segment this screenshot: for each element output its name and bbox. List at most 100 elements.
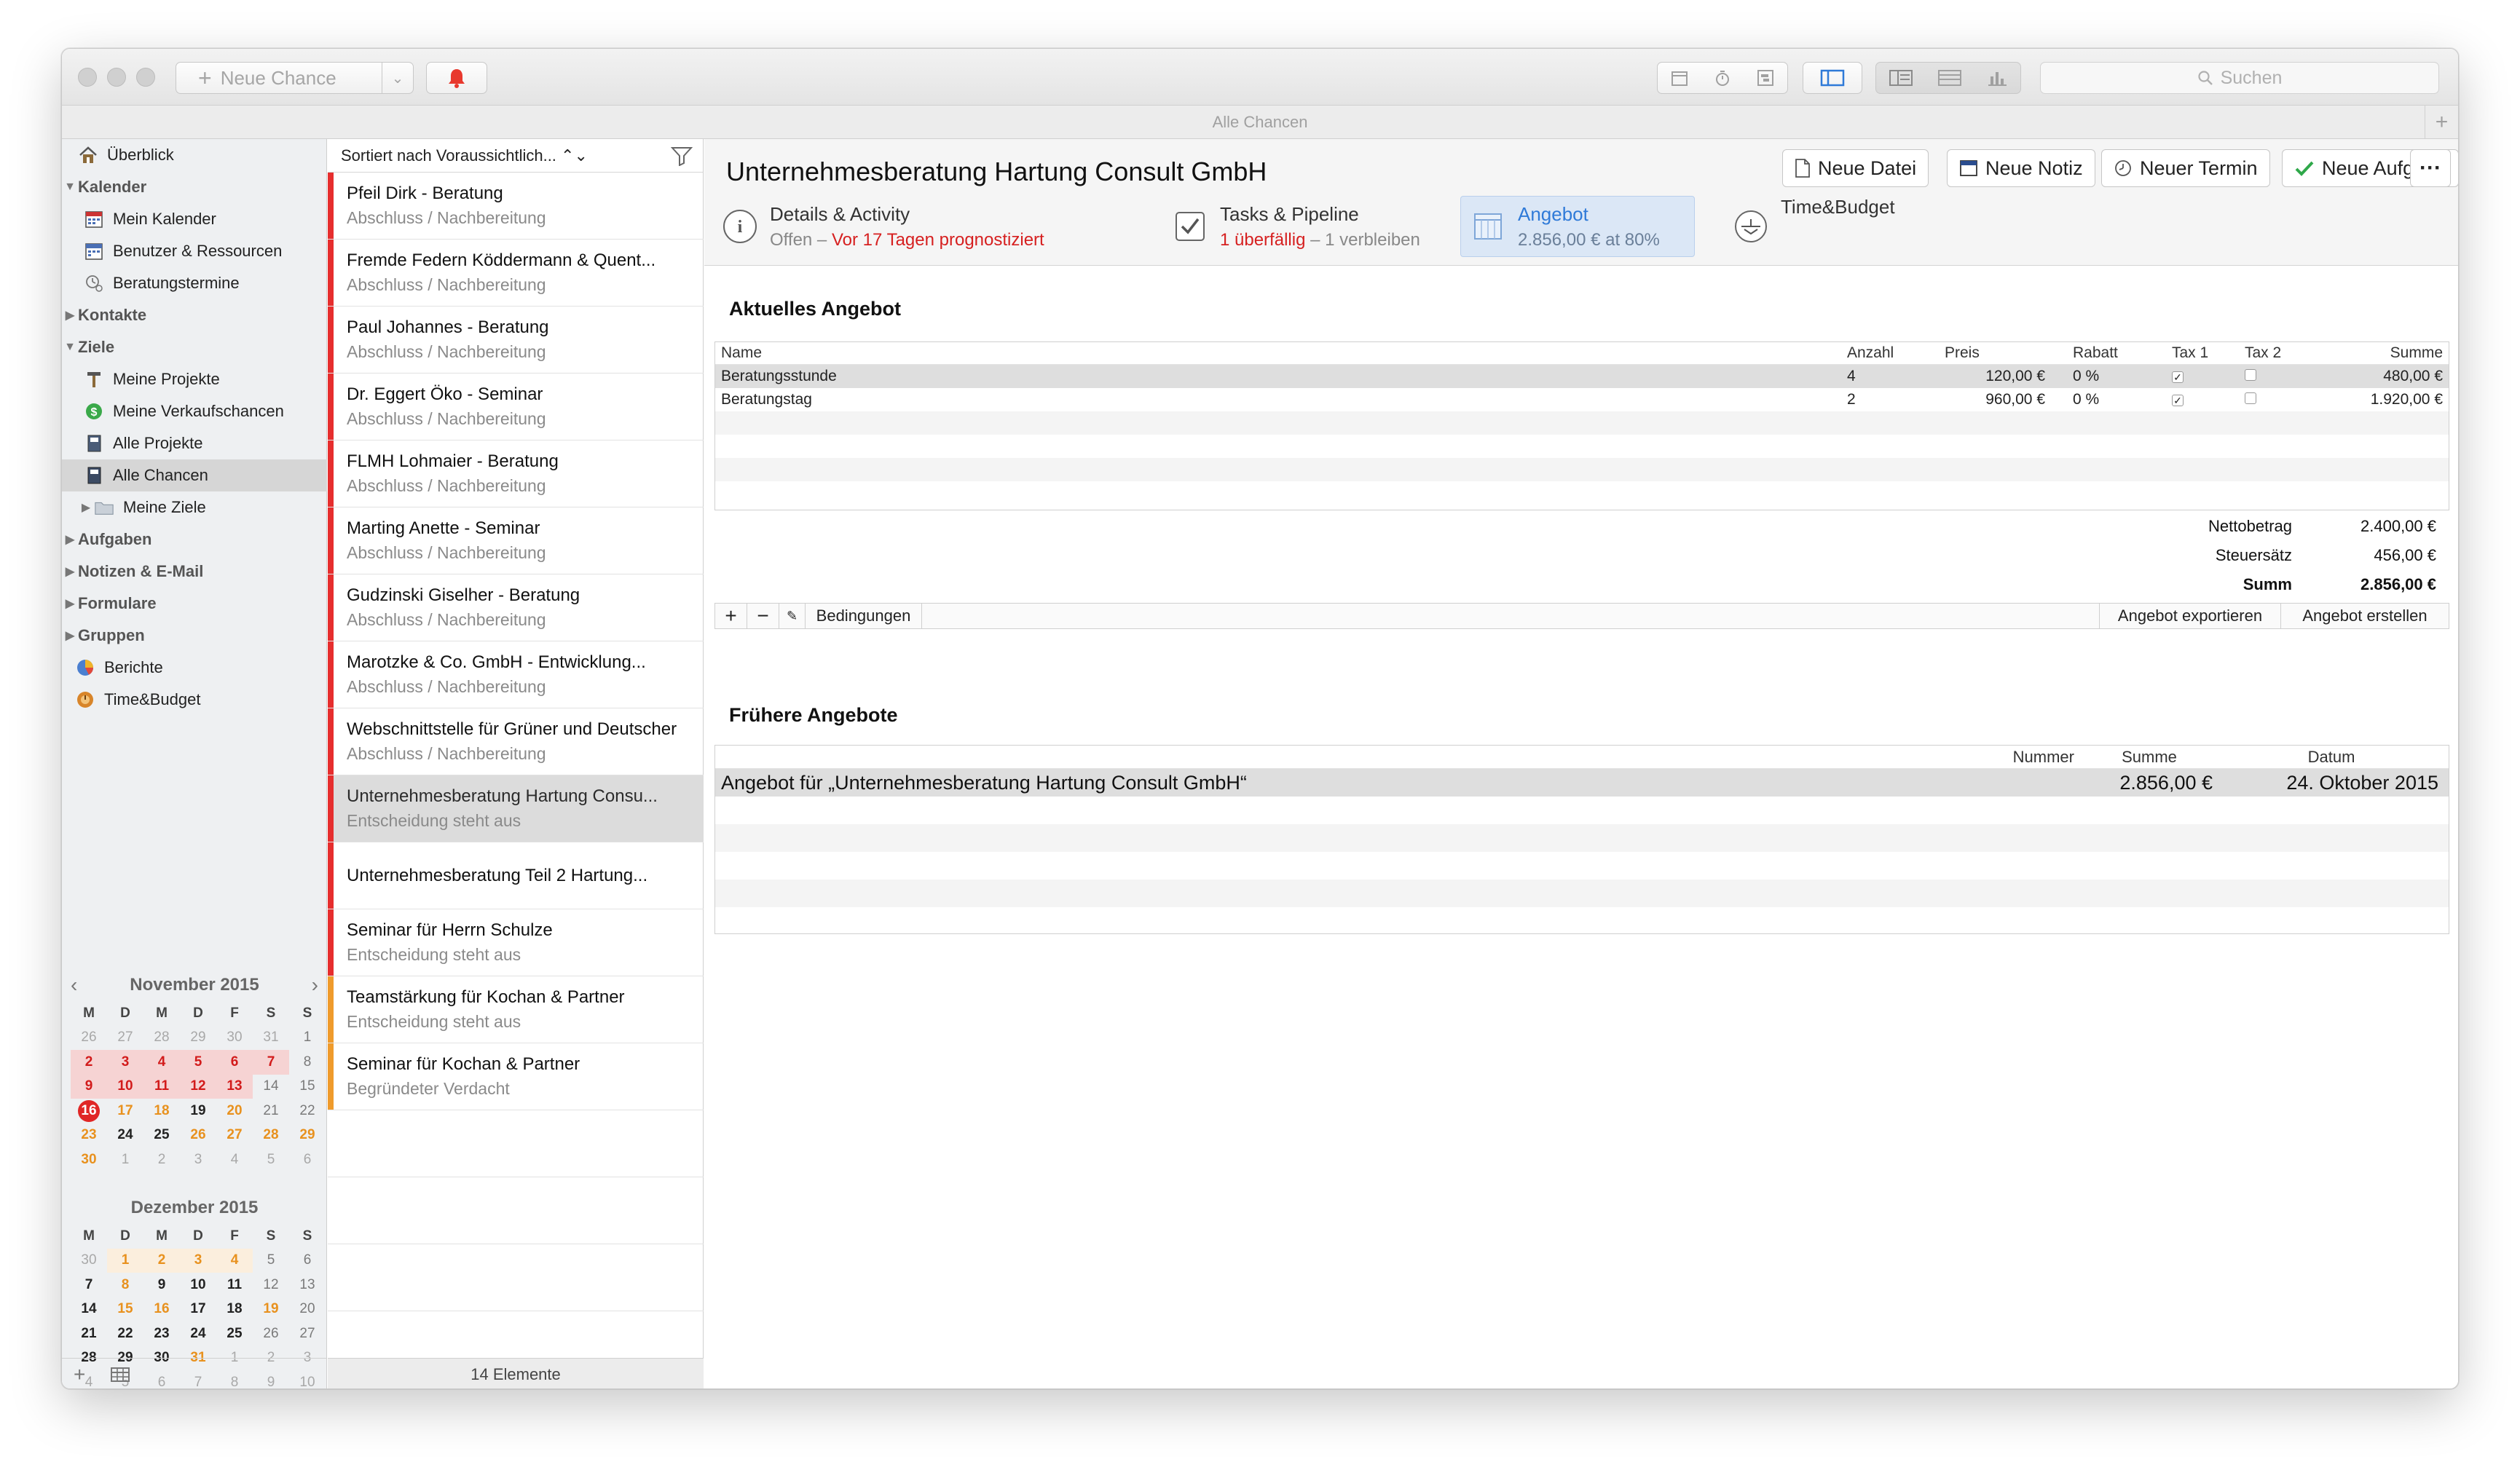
calendar-day[interactable]: 30 — [71, 1147, 107, 1172]
column-header-quantity[interactable]: Anzahl — [1841, 344, 1939, 362]
calendar-day[interactable]: 4 — [216, 1248, 253, 1273]
column-header-sum[interactable]: Summe — [2312, 344, 2449, 362]
sidebar-item-all-projects[interactable]: Alle Projekte — [62, 427, 327, 459]
sidebar-section-notes-email[interactable]: ▶ Notizen & E-Mail — [62, 556, 327, 588]
sidebar-section-groups[interactable]: ▶ Gruppen — [62, 620, 327, 652]
sidebar-section-tasks[interactable]: ▶ Aufgaben — [62, 523, 327, 556]
create-offer-button[interactable]: Angebot erstellen — [2281, 604, 2449, 628]
calendar-day[interactable]: 22 — [107, 1321, 143, 1346]
list-item[interactable]: Unternehmesberatung Hartung Consu... Ents… — [328, 775, 704, 842]
list-item[interactable]: FLMH Lohmaier - Beratung Abschluss / Nach… — [328, 440, 704, 507]
calendar-day[interactable]: 30 — [71, 1249, 107, 1273]
calendar-day[interactable]: 8 — [289, 1050, 326, 1075]
next-month-button[interactable]: › — [312, 973, 318, 997]
column-header-price[interactable]: Preis — [1939, 344, 2067, 362]
calendar-day[interactable]: 22 — [289, 1099, 326, 1123]
calendar-day[interactable]: 19 — [180, 1099, 216, 1123]
list-item[interactable]: Unternehmesberatung Teil 2 Hartung... — [328, 842, 704, 909]
calendar-day[interactable]: 17 — [107, 1099, 143, 1123]
calendar-day[interactable]: 11 — [143, 1074, 180, 1099]
tax2-checkbox[interactable] — [2245, 392, 2256, 404]
more-actions-button[interactable]: ··· — [2410, 149, 2451, 187]
calendar-day[interactable]: 7 — [253, 1050, 289, 1075]
calendar-day[interactable]: 25 — [143, 1123, 180, 1148]
sidebar-item-consulting-dates[interactable]: Beratungstermine — [62, 267, 327, 299]
column-header-sum[interactable]: Summe — [2080, 748, 2218, 767]
calendar-day[interactable]: 20 — [289, 1297, 326, 1322]
list-view-icon[interactable] — [1937, 69, 1962, 87]
calendar-day[interactable]: 6 — [289, 1147, 326, 1172]
calendar-day[interactable]: 28 — [143, 1026, 180, 1051]
remove-item-button[interactable]: − — [747, 604, 779, 628]
table-row[interactable]: Beratungstag 2 960,00 € 0 % ✓ 1.920,00 € — [715, 388, 2449, 411]
list-item[interactable]: Marotzke & Co. GmbH - Entwicklung... Absc… — [328, 641, 704, 708]
calendar-day[interactable]: 18 — [143, 1099, 180, 1123]
list-item[interactable]: Pfeil Dirk - Beratung Abschluss / Nachber… — [328, 173, 704, 240]
tab-tasks-pipeline[interactable]: Tasks & Pipeline 1 überfällig – 1 verble… — [1170, 196, 1447, 257]
sidebar-section-forms[interactable]: ▶ Formulare — [62, 588, 327, 620]
calendar-day[interactable]: 21 — [253, 1099, 289, 1123]
calendar-day[interactable]: 20 — [216, 1099, 253, 1123]
calendar-day[interactable]: 9 — [71, 1074, 107, 1099]
sidebar-item-users-resources[interactable]: Benutzer & Ressourcen — [62, 235, 327, 267]
calendar-day[interactable]: 29 — [180, 1026, 216, 1051]
calendar-day[interactable]: 1 — [107, 1248, 143, 1273]
offer-items-table[interactable]: Name Anzahl Preis Rabatt Tax 1 Tax 2 Sum… — [714, 341, 2449, 510]
calendar-day[interactable]: 5 — [180, 1050, 216, 1075]
calendar-day[interactable]: 13 — [216, 1074, 253, 1099]
export-offer-button[interactable]: Angebot exportieren — [2099, 604, 2281, 628]
sidebar-section-calendar[interactable]: ▼ Kalender — [62, 171, 327, 203]
calendar-day[interactable]: 13 — [289, 1273, 326, 1297]
edit-item-button[interactable]: ✎ — [779, 604, 806, 628]
zoom-window-button[interactable] — [136, 68, 155, 87]
calendar-day[interactable]: 26 — [180, 1123, 216, 1148]
calendar-day[interactable]: 16 — [71, 1099, 107, 1123]
column-header-discount[interactable]: Rabatt — [2067, 344, 2166, 362]
calendar-day[interactable]: 1 — [289, 1026, 326, 1051]
table-icon[interactable] — [110, 1367, 130, 1383]
filter-icon[interactable] — [671, 146, 693, 166]
sidebar-section-contacts[interactable]: ▶ Kontakte — [62, 299, 327, 331]
calendar-day[interactable]: 5 — [253, 1249, 289, 1273]
calendar-day[interactable]: 15 — [107, 1297, 143, 1322]
calendar-day[interactable]: 2 — [143, 1248, 180, 1273]
new-options-dropdown[interactable]: ⌄ — [382, 62, 414, 94]
calendar-day[interactable]: 25 — [216, 1321, 253, 1346]
calendar-view-icon[interactable] — [1670, 68, 1689, 87]
calendar-day[interactable]: 19 — [253, 1297, 289, 1322]
column-header-name[interactable]: Name — [715, 344, 1841, 362]
table-row[interactable]: Beratungsstunde 4 120,00 € 0 % ✓ 480,00 … — [715, 365, 2449, 388]
tab-time-budget[interactable]: Time&Budget — [1731, 196, 1964, 257]
new-opportunity-button[interactable]: + Neue Chance — [176, 62, 382, 94]
calendar-day[interactable]: 1 — [107, 1147, 143, 1172]
calendar-day[interactable]: 23 — [71, 1123, 107, 1148]
list-item[interactable]: Gudzinski Giselher - Beratung Abschluss /… — [328, 574, 704, 641]
calendar-day[interactable]: 27 — [216, 1123, 253, 1148]
calendar-day[interactable]: 4 — [216, 1147, 253, 1172]
column-header-tax2[interactable]: Tax 2 — [2239, 344, 2312, 362]
toggle-sidebar-button[interactable] — [1803, 62, 1862, 94]
calendar-day[interactable]: 10 — [107, 1074, 143, 1099]
sidebar-item-my-projects[interactable]: Meine Projekte — [62, 363, 327, 395]
tab-details-activity[interactable]: i Details & Activity Offen – Vor 17 Tage… — [720, 196, 1084, 257]
tax1-checkbox[interactable]: ✓ — [2172, 395, 2184, 406]
column-header-tax1[interactable]: Tax 1 — [2166, 344, 2239, 362]
close-window-button[interactable] — [78, 68, 97, 87]
calendar-day[interactable]: 12 — [253, 1273, 289, 1297]
sidebar-item-all-opportunities[interactable]: Alle Chancen — [62, 459, 327, 491]
search-field[interactable]: Suchen — [2040, 62, 2439, 94]
split-view-icon[interactable] — [1889, 69, 1913, 87]
tax1-checkbox[interactable]: ✓ — [2172, 371, 2184, 383]
calendar-day[interactable]: 23 — [143, 1321, 180, 1346]
tax2-checkbox[interactable] — [2245, 369, 2256, 381]
add-icon[interactable]: + — [74, 1363, 85, 1386]
calendar-day[interactable]: 31 — [253, 1026, 289, 1051]
sidebar-item-reports[interactable]: Berichte — [62, 652, 327, 684]
calendar-day[interactable]: 14 — [253, 1075, 289, 1099]
calendar-day[interactable]: 3 — [180, 1248, 216, 1273]
calendar-day[interactable]: 4 — [143, 1050, 180, 1075]
calendar-day[interactable]: 11 — [216, 1273, 253, 1297]
list-item[interactable]: Marting Anette - Seminar Abschluss / Nach… — [328, 507, 704, 574]
add-tab-button[interactable]: + — [2425, 106, 2458, 139]
minimize-window-button[interactable] — [107, 68, 126, 87]
